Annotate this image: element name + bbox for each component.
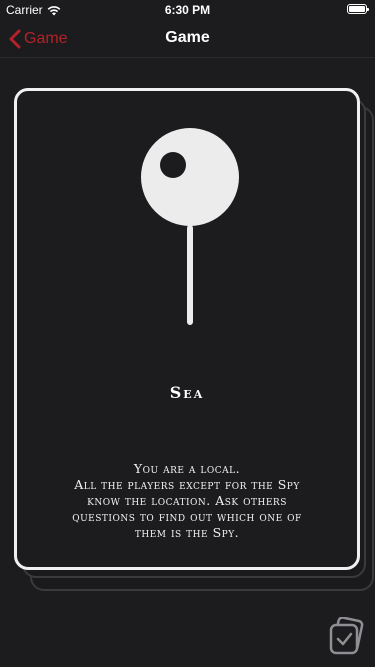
status-bar: Carrier 6:30 PM (0, 0, 375, 20)
role-line: All the players except for the Spy (74, 477, 300, 492)
map-pin-icon (141, 128, 239, 325)
battery-icon (347, 4, 369, 14)
role-line: questions to find out which one of (72, 509, 302, 524)
status-time: 6:30 PM (164, 3, 211, 17)
check-card-icon[interactable] (327, 617, 365, 655)
role-line: You are a local. (133, 461, 241, 476)
navigation-bar: Game Game (0, 20, 375, 58)
role-card[interactable]: Sea You are a local. All the players exc… (14, 88, 360, 570)
page-title: Game (165, 29, 210, 46)
location-name: Sea (169, 383, 205, 402)
role-line: know the location. Ask others (87, 493, 287, 508)
role-description: You are a local. All the players except … (37, 461, 337, 541)
role-line: them is the Spy. (134, 525, 240, 540)
